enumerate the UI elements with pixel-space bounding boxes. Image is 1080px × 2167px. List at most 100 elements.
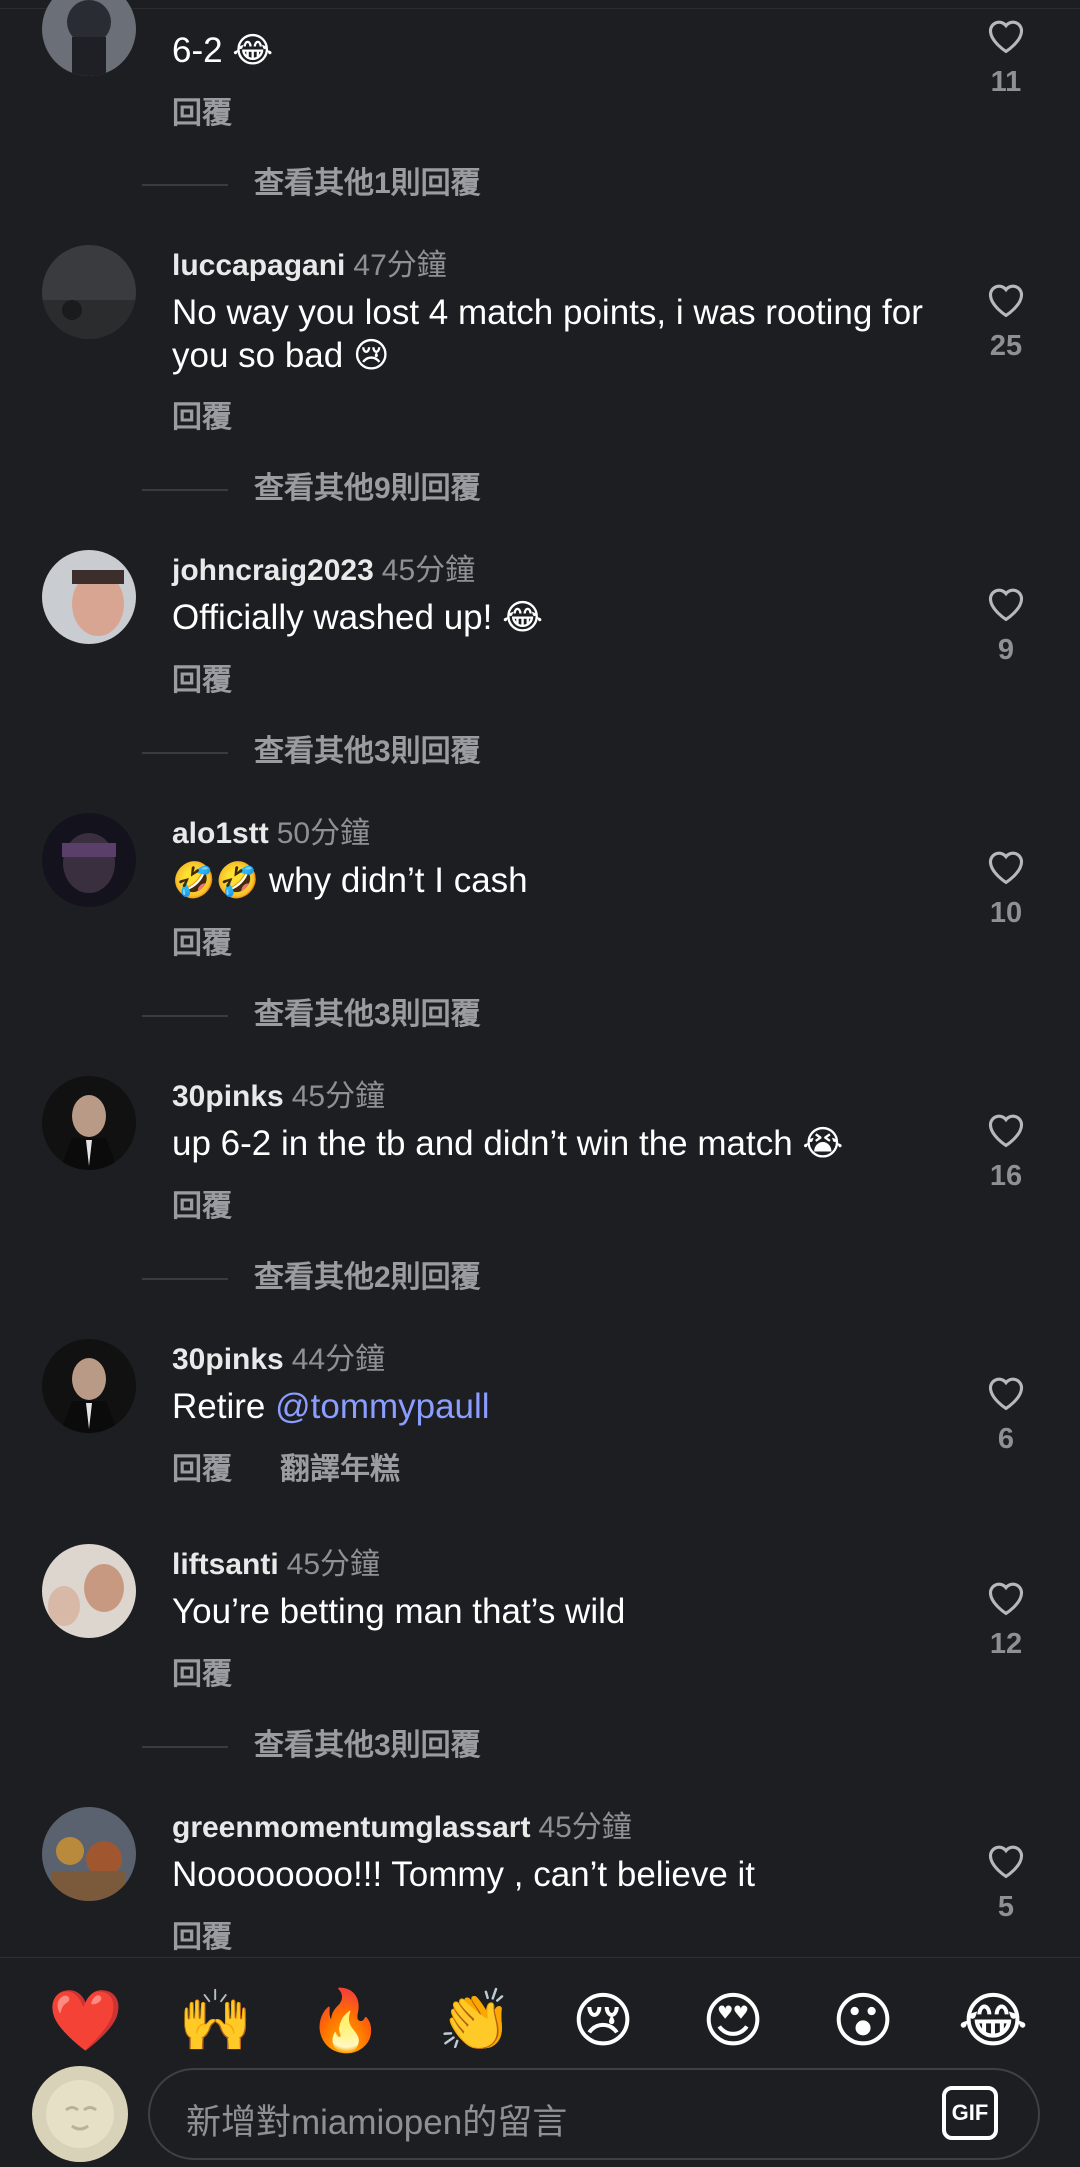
- like-button[interactable]: 6: [976, 1373, 1036, 1456]
- view-more-replies[interactable]: 查看其他9則回覆: [142, 463, 481, 507]
- view-more-label: 查看其他3則回覆: [254, 998, 481, 1031]
- like-count: 6: [997, 1423, 1015, 1455]
- avatar[interactable]: [42, 0, 136, 76]
- translate-button[interactable]: 翻譯年糕: [280, 1453, 400, 1486]
- reply-button[interactable]: 回覆: [172, 1181, 232, 1225]
- timestamp: 45分鐘: [538, 1811, 632, 1844]
- username[interactable]: 30pinks: [172, 1080, 284, 1113]
- like-button[interactable]: 10: [976, 847, 1036, 930]
- comment-text: You’re betting man that’s wild: [172, 1592, 626, 1631]
- heart-icon: [988, 1114, 1024, 1148]
- comment-meta: greenmomentumglassart 45分鐘: [172, 1802, 632, 1846]
- username[interactable]: greenmomentumglassart: [172, 1811, 530, 1844]
- avatar[interactable]: [42, 1544, 136, 1638]
- heart-icon: [988, 284, 1024, 318]
- comment-meta: 30pinks 44分鐘: [172, 1334, 385, 1378]
- like-button[interactable]: 12: [976, 1578, 1036, 1661]
- reply-button[interactable]: 回覆: [172, 1453, 232, 1486]
- current-user-avatar: [32, 2066, 128, 2162]
- like-button[interactable]: 25: [976, 280, 1036, 363]
- reply-button[interactable]: 回覆: [172, 918, 232, 962]
- timestamp: 47分鐘: [353, 249, 447, 282]
- comment-actions: 回覆 翻譯年糕: [172, 1444, 400, 1488]
- like-count: 5: [997, 1891, 1015, 1923]
- gif-button[interactable]: GIF: [942, 2086, 998, 2140]
- comment-text: Retire @tommypaull: [172, 1385, 932, 1428]
- username[interactable]: alo1stt: [172, 817, 269, 850]
- view-more-label: 查看其他3則回覆: [254, 735, 481, 768]
- emoji-surprised-button[interactable]: 😮: [828, 1986, 898, 2056]
- reply-button[interactable]: 回覆: [172, 392, 232, 436]
- divider-dash: [142, 489, 228, 492]
- heart-icon: [988, 20, 1024, 54]
- reply-label: 回覆: [172, 664, 232, 697]
- emoji-raised-hands-button[interactable]: 🙌: [178, 1986, 253, 2056]
- like-button[interactable]: 11: [976, 16, 1036, 99]
- reply-label: 回覆: [172, 1658, 232, 1691]
- timestamp: 45分鐘: [381, 554, 476, 587]
- username[interactable]: luccapagani: [172, 249, 345, 282]
- mention-link[interactable]: @tommypaull: [275, 1387, 489, 1426]
- timestamp: 50分鐘: [276, 817, 371, 850]
- emoji-crying-button[interactable]: 😢: [568, 1986, 638, 2056]
- reply-button[interactable]: 回覆: [172, 88, 232, 132]
- like-count: 12: [989, 1628, 1023, 1660]
- comment-text: No way you lost 4 match points, i was ro…: [172, 293, 923, 375]
- comment-meta: 30pinks 45分鐘: [172, 1071, 385, 1115]
- reply-label: 回覆: [172, 97, 232, 130]
- comment-text-part: Retire: [172, 1387, 276, 1426]
- like-button[interactable]: 5: [976, 1841, 1036, 1924]
- emoji-laughing-button[interactable]: 😂: [958, 1986, 1028, 2056]
- avatar[interactable]: [42, 550, 136, 644]
- reply-label: 回覆: [172, 401, 232, 434]
- view-more-replies[interactable]: 查看其他3則回覆: [142, 989, 481, 1033]
- comment-meta: johncraig2023 45分鐘: [172, 545, 475, 589]
- timestamp: 44分鐘: [291, 1343, 386, 1376]
- like-count: 25: [989, 330, 1023, 362]
- emoji-clap-button[interactable]: 👏: [438, 1986, 513, 2056]
- reply-button[interactable]: 回覆: [172, 655, 232, 699]
- divider-dash: [142, 1015, 228, 1018]
- view-more-replies[interactable]: 查看其他1則回覆: [142, 158, 481, 202]
- view-more-replies[interactable]: 查看其他3則回覆: [142, 726, 481, 770]
- heart-icon: [988, 1582, 1024, 1616]
- avatar[interactable]: [42, 1807, 136, 1901]
- divider-dash: [142, 752, 228, 755]
- comment-text: up 6-2 in the tb and didn’t win the matc…: [172, 1124, 844, 1163]
- comment-input-placeholder: 新增對miamiopen的留言: [186, 2103, 568, 2142]
- username[interactable]: johncraig2023: [172, 554, 374, 587]
- username[interactable]: liftsanti: [172, 1548, 279, 1581]
- view-more-label: 查看其他1則回覆: [254, 167, 481, 200]
- heart-icon: [988, 851, 1024, 885]
- reply-button[interactable]: 回覆: [172, 1649, 232, 1693]
- like-count: 11: [990, 66, 1022, 98]
- like-button[interactable]: 9: [976, 584, 1036, 667]
- avatar[interactable]: [42, 813, 136, 907]
- view-more-label: 查看其他3則回覆: [254, 1729, 481, 1762]
- timestamp: 45分鐘: [286, 1548, 381, 1581]
- divider-dash: [142, 1278, 228, 1281]
- avatar[interactable]: [42, 245, 136, 339]
- emoji-heart-button[interactable]: ❤️: [48, 1986, 123, 2056]
- quick-emoji-row: ❤️ 🙌 🔥 👏 😢 😍 😮 😂: [0, 1986, 1080, 2056]
- avatar[interactable]: [42, 1339, 136, 1433]
- comment-text: Officially washed up! 😂: [172, 598, 543, 637]
- comment-composer: ❤️ 🙌 🔥 👏 😢 😍 😮 😂 新增對miamiopen的留言 GIF: [0, 1957, 1080, 2167]
- emoji-fire-button[interactable]: 🔥: [308, 1986, 383, 2056]
- heart-icon: [988, 1377, 1024, 1411]
- comment-input[interactable]: 新增對miamiopen的留言 GIF: [148, 2068, 1040, 2160]
- like-button[interactable]: 16: [976, 1110, 1036, 1193]
- divider-dash: [142, 1746, 228, 1749]
- emoji-heart-eyes-button[interactable]: 😍: [698, 1986, 768, 2056]
- timestamp: 45分鐘: [291, 1080, 386, 1113]
- username[interactable]: 30pinks: [172, 1343, 284, 1376]
- view-more-replies[interactable]: 查看其他2則回覆: [142, 1252, 481, 1296]
- reply-button[interactable]: 回覆: [172, 1912, 232, 1956]
- divider-dash: [142, 184, 228, 187]
- like-count: 9: [997, 634, 1015, 666]
- avatar[interactable]: [42, 1076, 136, 1170]
- view-more-replies[interactable]: 查看其他3則回覆: [142, 1720, 481, 1764]
- heart-icon: [988, 1845, 1024, 1879]
- reply-label: 回覆: [172, 1921, 232, 1954]
- comment-meta: luccapagani 47分鐘: [172, 240, 447, 284]
